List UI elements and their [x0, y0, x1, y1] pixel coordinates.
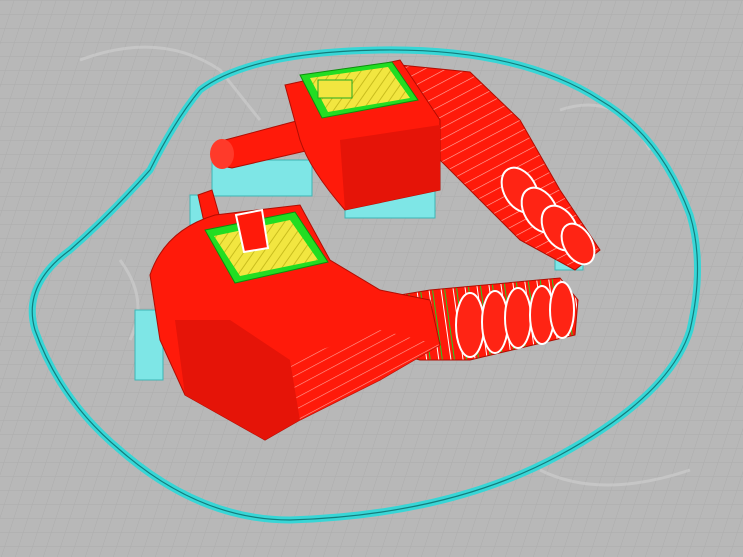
3d-print-preview-viewport[interactable] — [0, 0, 743, 557]
layer-preview-canvas[interactable] — [0, 0, 743, 557]
